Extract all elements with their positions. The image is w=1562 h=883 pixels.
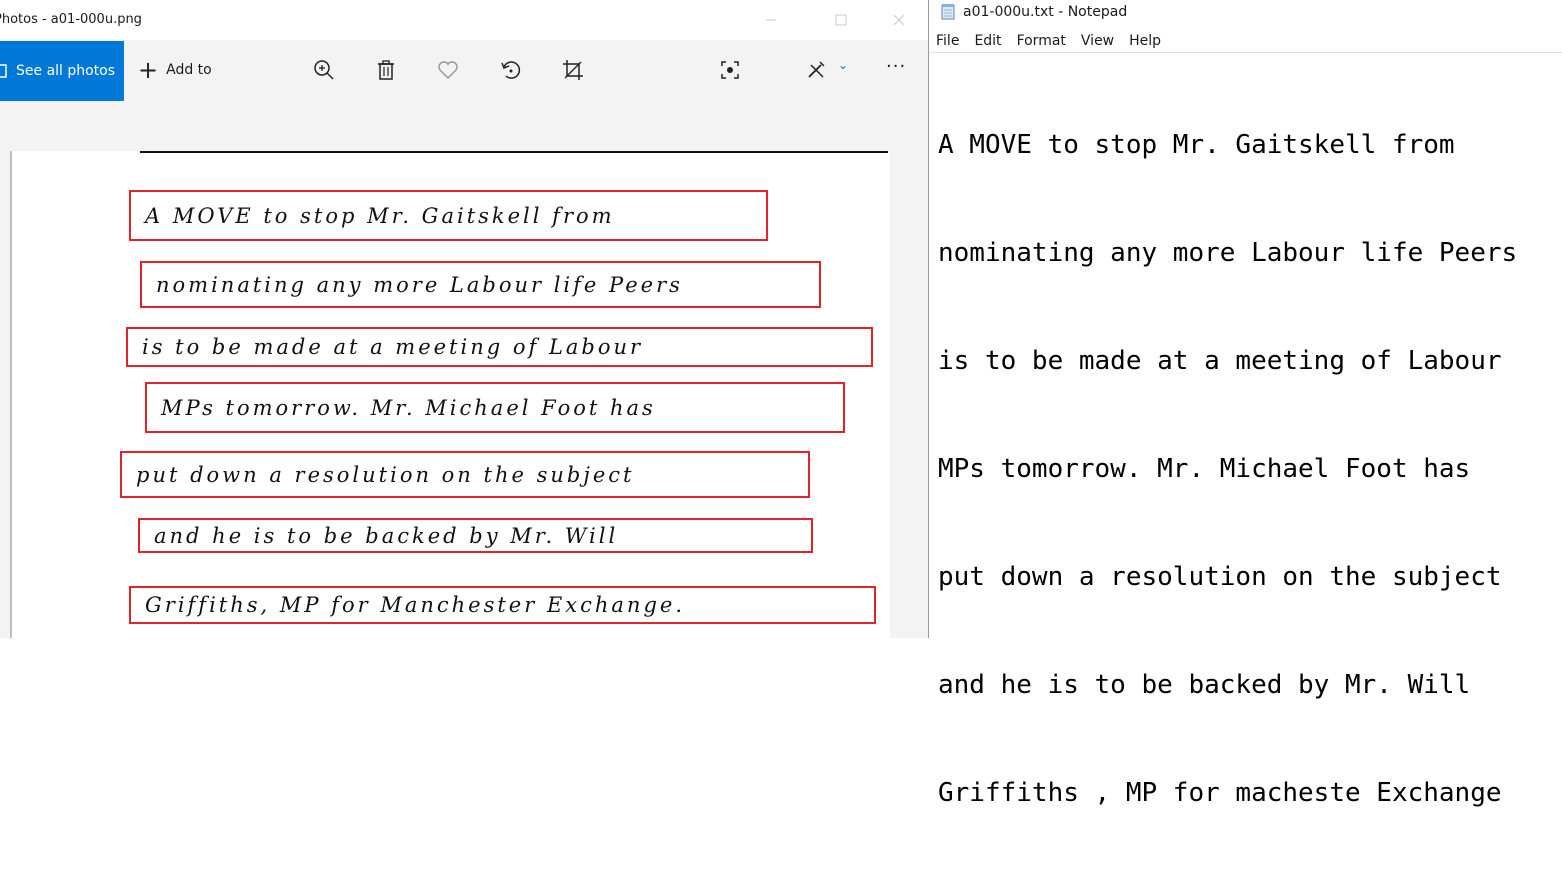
rotate-icon <box>501 61 521 79</box>
handwritten-line: nominating any more Labour life Peers <box>156 272 683 297</box>
text-line-box: Griffiths, MP for Manchester Exchange. <box>129 586 876 624</box>
text-line: Griffiths , MP for macheste Exchange <box>938 778 1502 808</box>
menubar-divider <box>929 52 1562 53</box>
heart-icon <box>438 61 458 80</box>
menu-file[interactable]: File <box>929 31 967 52</box>
favorite-button[interactable] <box>436 58 460 82</box>
text-line-box: is to be made at a meeting of Labour <box>126 327 873 367</box>
photos-window: Photos - a01-000u.png See all photos + A… <box>0 0 928 638</box>
zoom-in-icon <box>314 60 334 80</box>
zoom-in-button[interactable] <box>312 58 336 82</box>
rotate-button[interactable] <box>498 58 522 82</box>
photos-toolbar: See all photos + Add to ⌄ ··· <box>0 40 928 101</box>
image-viewer[interactable] <box>0 101 928 638</box>
text-line: put down a resolution on the subject <box>938 562 1502 592</box>
more-options-button[interactable]: ··· <box>886 56 906 77</box>
text-line: nominating any more Labour life Peers <box>938 238 1518 268</box>
notepad-menubar: File Edit Format View Help <box>929 31 1169 52</box>
photos-icon <box>0 64 12 78</box>
see-all-photos-label: See all photos <box>16 63 116 79</box>
photos-window-title: Photos - a01-000u.png <box>0 12 142 27</box>
add-to-button[interactable]: + Add to <box>138 56 212 84</box>
menu-help[interactable]: Help <box>1122 31 1169 52</box>
text-line: A MOVE to stop Mr. Gaitskell from <box>938 130 1455 160</box>
chevron-down-icon[interactable]: ⌄ <box>838 58 848 72</box>
close-button[interactable] <box>876 0 922 40</box>
handwritten-line: MPs tomorrow. Mr. Michael Foot has <box>161 395 656 420</box>
notepad-window-title: a01-000u.txt - Notepad <box>963 4 1128 20</box>
photos-titlebar: Photos - a01-000u.png <box>0 0 928 40</box>
notepad-text-area[interactable]: A MOVE to stop Mr. Gaitskell from nomina… <box>938 55 1558 883</box>
handwritten-line: is to be made at a meeting of Labour <box>142 335 644 359</box>
notepad-window: a01-000u.txt - Notepad File Edit Format … <box>928 0 1562 808</box>
image-top-rule <box>140 151 888 153</box>
handwritten-line: A MOVE to stop Mr. Gaitskell from <box>145 203 615 228</box>
text-line: and he is to be backed by Mr. Will <box>938 670 1471 700</box>
handwritten-line: and he is to be backed by Mr. Will <box>154 523 619 548</box>
text-line-box: A MOVE to stop Mr. Gaitskell from <box>129 190 768 241</box>
notepad-titlebar: a01-000u.txt - Notepad <box>929 0 1562 28</box>
text-line: MPs tomorrow. Mr. Michael Foot has <box>938 454 1471 484</box>
notepad-icon <box>941 4 955 20</box>
edit-draw-icon <box>808 61 825 78</box>
minimize-icon <box>766 19 776 21</box>
enhance-icon <box>721 61 739 79</box>
maximize-button[interactable] <box>818 0 864 40</box>
crop-button[interactable] <box>561 58 585 82</box>
delete-button[interactable] <box>374 58 398 82</box>
crop-icon <box>563 60 583 80</box>
menu-view[interactable]: View <box>1074 31 1122 52</box>
enhance-button[interactable] <box>718 58 742 82</box>
text-line: is to be made at a meeting of Labour <box>938 346 1502 376</box>
text-line-box: nominating any more Labour life Peers <box>140 261 821 308</box>
handwritten-line: Griffiths, MP for Manchester Exchange. <box>145 593 685 617</box>
plus-icon: + <box>138 56 159 84</box>
text-line-box: and he is to be backed by Mr. Will <box>138 518 813 553</box>
text-line-box: MPs tomorrow. Mr. Michael Foot has <box>145 382 845 433</box>
handwritten-line: put down a resolution on the subject <box>136 462 635 487</box>
text-line-box: put down a resolution on the subject <box>120 451 810 498</box>
minimize-button[interactable] <box>748 0 794 40</box>
close-icon <box>893 14 905 26</box>
menu-format[interactable]: Format <box>1010 31 1074 52</box>
edit-create-button[interactable] <box>804 58 828 82</box>
maximize-icon <box>835 14 847 26</box>
menu-edit[interactable]: Edit <box>967 31 1009 52</box>
trash-icon <box>378 60 394 80</box>
see-all-photos-button[interactable]: See all photos <box>0 41 124 101</box>
add-to-label: Add to <box>166 62 212 78</box>
